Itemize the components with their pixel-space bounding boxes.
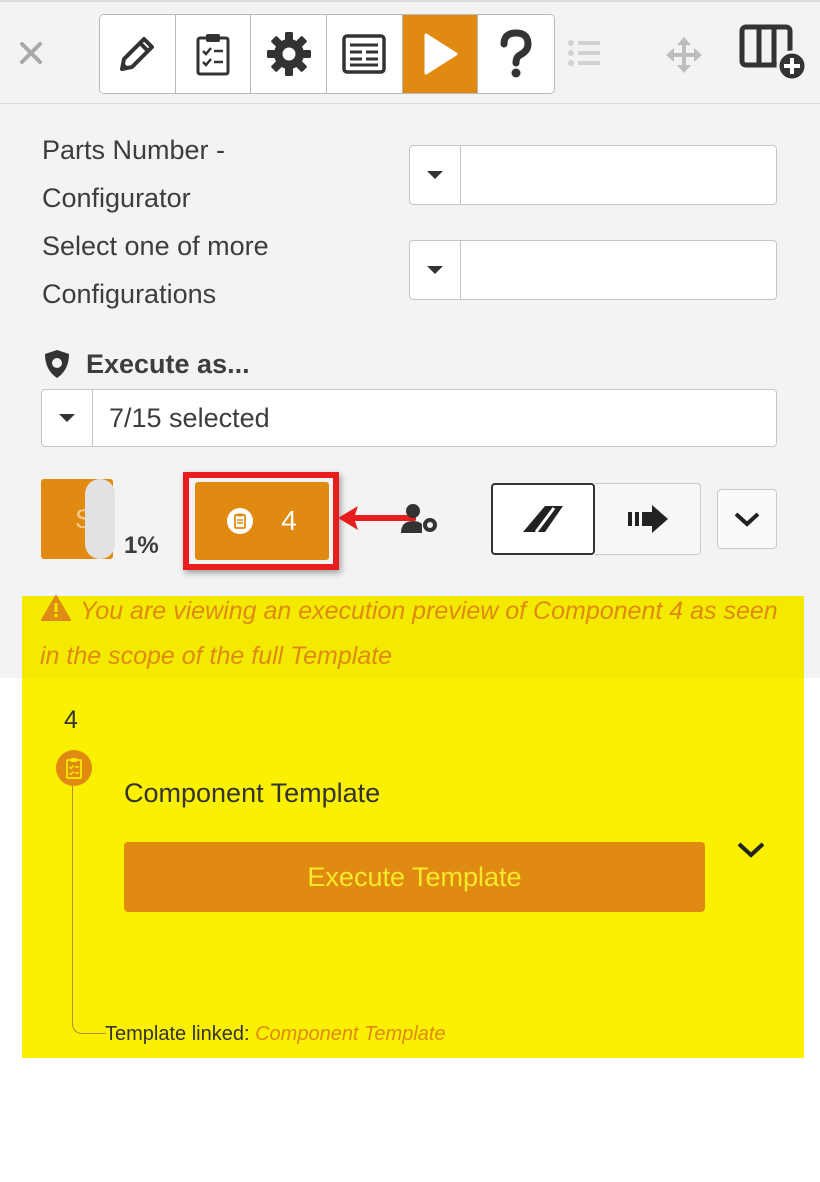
- configurations-value: [461, 241, 477, 299]
- forward-arrow-icon: [627, 505, 668, 533]
- execute-as-value: 7/15 selected: [109, 402, 270, 433]
- dropdown-arrow-icon[interactable]: [42, 390, 93, 446]
- execute-as-label: Execute as...: [86, 348, 250, 379]
- configurations-label: Select one of more Configurations: [42, 231, 269, 309]
- pencil-icon: [120, 37, 155, 71]
- chevron-down-icon[interactable]: [736, 838, 766, 862]
- close-icon[interactable]: [16, 38, 46, 68]
- timeline-node: [56, 750, 92, 786]
- dropdown-arrow-icon[interactable]: [410, 241, 461, 299]
- step-number: 4: [64, 706, 78, 734]
- parts-number-select[interactable]: [409, 145, 777, 205]
- form-icon: [342, 34, 387, 74]
- dropdown-arrow-icon[interactable]: [410, 146, 461, 204]
- parts-number-value: [461, 146, 477, 204]
- form-button[interactable]: [327, 15, 403, 93]
- configurations-select[interactable]: [409, 240, 777, 300]
- component-count: 4: [281, 505, 297, 536]
- help-button[interactable]: [478, 15, 554, 93]
- run-button[interactable]: [402, 15, 479, 93]
- more-options-button[interactable]: [717, 489, 777, 549]
- action-button-group: [491, 483, 701, 555]
- shield-icon: [45, 350, 69, 378]
- template-linked-label: Template linked:: [105, 1023, 250, 1045]
- progress-knob: [85, 479, 115, 559]
- question-icon: [500, 29, 532, 78]
- component-button[interactable]: 4: [195, 482, 329, 560]
- clipboard-checklist-icon: [196, 34, 230, 76]
- progress-percent: 1%: [124, 532, 159, 559]
- play-icon: [424, 33, 458, 75]
- checklist-button[interactable]: [175, 15, 252, 93]
- component-title: Component Template: [124, 778, 381, 808]
- list-icon[interactable]: [567, 38, 603, 68]
- chevron-down-icon: [734, 512, 760, 527]
- configurator-panel: Parts Number - Configurator Select one o…: [0, 0, 820, 678]
- template-linked: Template linked: Component Template: [105, 1023, 446, 1046]
- skip-button[interactable]: [491, 483, 595, 555]
- clipboard-icon: [227, 508, 254, 534]
- toolbar-divider: [0, 103, 820, 104]
- execute-as-select[interactable]: 7/15 selected: [41, 389, 777, 447]
- warning-icon: [41, 595, 71, 621]
- main-toolbar: [99, 14, 555, 94]
- edit-button[interactable]: [100, 15, 176, 93]
- template-linked-name[interactable]: Component Template: [255, 1023, 446, 1045]
- forward-button[interactable]: [595, 483, 701, 555]
- slash-icon: [523, 506, 563, 533]
- settings-button[interactable]: [251, 15, 328, 93]
- user-settings-icon[interactable]: [401, 503, 441, 535]
- parts-number-label: Parts Number - Configurator: [42, 135, 226, 213]
- gear-icon: [266, 32, 311, 76]
- execute-template-button[interactable]: Execute Template: [124, 842, 705, 912]
- warning-text: You are viewing an execution preview of …: [40, 597, 778, 670]
- clipboard-checklist-icon: [66, 758, 82, 779]
- move-icon[interactable]: [665, 36, 703, 74]
- execute-as-heading: Execute as...: [42, 340, 250, 388]
- warning-message: You are viewing an execution preview of …: [40, 589, 800, 679]
- add-layout-icon[interactable]: [739, 24, 813, 82]
- timeline-line: [72, 786, 106, 1034]
